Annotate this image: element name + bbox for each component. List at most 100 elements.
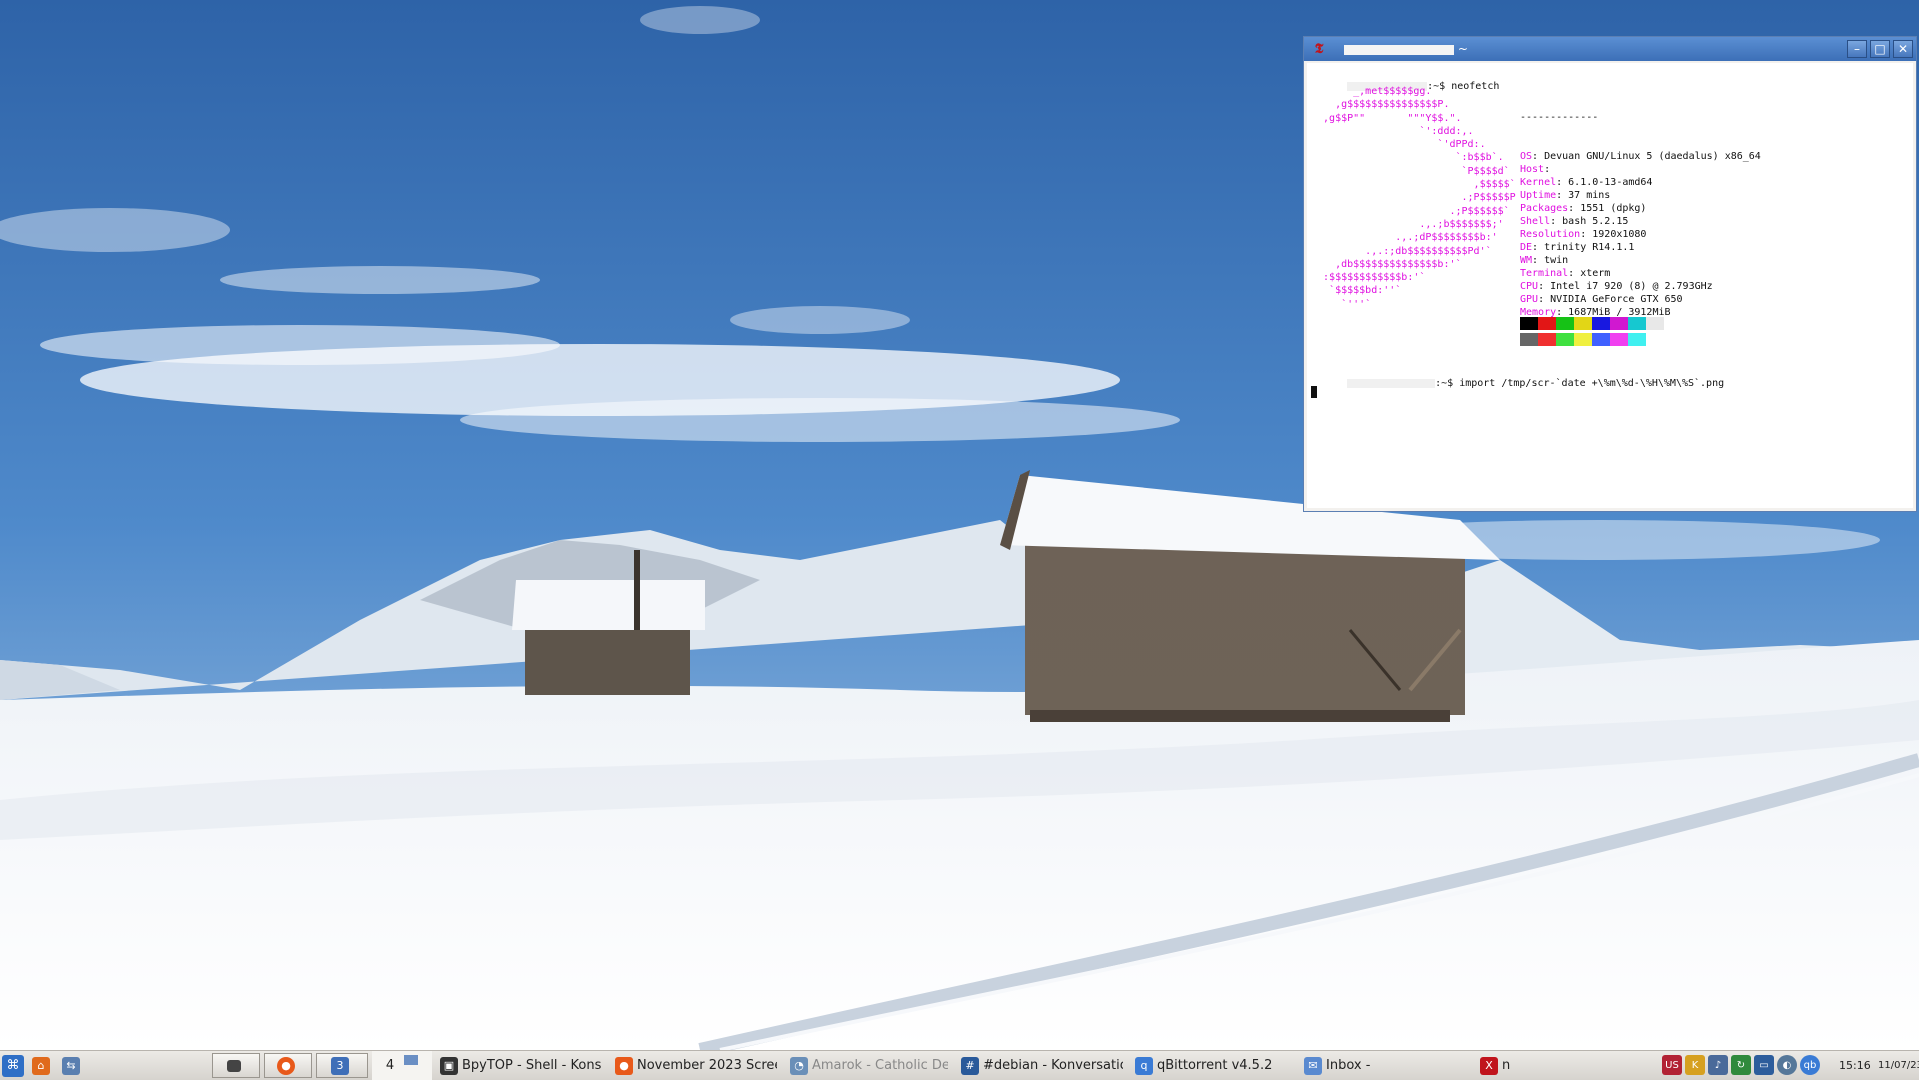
logo-line: ,db$$$$$$$$$$$$$$b:'` [1311,258,1462,270]
task-label: #debian - Konversation [983,1058,1123,1073]
info-value: : 1920x1080 [1580,229,1647,240]
color-swatch [1592,317,1610,330]
info-row: Resolution: 1920x1080 [1520,228,1761,241]
update-icon[interactable]: ↻ [1731,1055,1751,1075]
taskbar-task[interactable]: # #debian - Konversation [957,1051,1127,1080]
color-swatch [1610,317,1628,330]
taskbar-task[interactable]: ▣ BpyTOP - Shell - Konsole [436,1051,606,1080]
logo-line: .;P$$$$$$` [1311,205,1510,217]
text-cursor [1311,386,1317,398]
info-key: DE [1520,242,1533,253]
task-label: November 2023 Screenshots [637,1058,777,1073]
info-key: Host [1520,164,1545,175]
taskbar-task[interactable]: ◔ Amarok - Catholic Desperados [786,1051,952,1080]
mail-icon: ✉ [1304,1056,1322,1075]
info-value: : Intel i7 920 (8) @ 2.793GHz [1538,281,1713,292]
info-value: : 37 mins [1556,190,1611,201]
klipper-icon[interactable]: K [1685,1055,1705,1075]
logo-line: ,g$$$$$$$$$$$$$$$P. [1311,99,1450,111]
color-palette [1520,317,1664,349]
xterm-app-icon[interactable]: 𝕿 [1310,41,1328,57]
logo-line: `'dPPd:. [1311,139,1486,151]
desktop-indicator[interactable]: 4 [372,1051,432,1080]
info-row: OS: Devuan GNU/Linux 5 (daedalus) x86_64 [1520,150,1761,163]
us-flag-icon[interactable]: US [1662,1055,1682,1075]
info-row: Uptime: 37 mins [1520,189,1761,202]
info-row: Terminal: xterm [1520,267,1761,280]
color-swatch [1646,317,1664,330]
info-row: DE: trinity R14.1.1 [1520,241,1761,254]
info-row: Shell: bash 5.2.15 [1520,215,1761,228]
info-key: GPU [1520,294,1539,305]
trinity-menu-icon: ⌘ [2,1054,24,1077]
logo-line: _,met$$$$$gg. [1311,86,1432,97]
logo-line: .;P$$$$$P [1311,192,1516,204]
logo-line: ,$$$$$` [1311,179,1516,191]
close-button[interactable]: ✕ [1893,40,1913,58]
info-key: Kernel [1520,177,1557,188]
info-value: : bash 5.2.15 [1550,216,1629,227]
color-swatch [1574,317,1592,330]
color-swatch [1574,333,1592,346]
firefox-icon: ● [277,1056,295,1075]
xterm-window[interactable]: 𝕿 ~ – □ ✕ :~$ neofetch _,met$$$$$gg. ,g$… [1303,36,1917,512]
system-tray: US K ♪ ↻ ▭ ◐ qb [1662,1055,1820,1075]
taskbar-task[interactable]: ● November 2023 Screenshots [611,1051,781,1080]
info-value: : 6.1.0-13-amd64 [1556,177,1653,188]
network-status-icon[interactable]: ◐ [1777,1055,1797,1075]
info-key: Resolution [1520,229,1581,240]
info-value: : 1551 (dpkg) [1568,203,1647,214]
info-separator: ------------- [1520,112,1599,123]
system-info: ------------- OS: Devuan GNU/Linux 5 (da… [1520,85,1761,319]
network-launcher[interactable]: ⇆ [62,1051,84,1080]
window-title: ~ [1344,42,1847,56]
volume-icon[interactable]: ♪ [1708,1055,1728,1075]
info-value: : twin [1532,255,1569,266]
info-key: Terminal [1520,268,1569,279]
monitor-icon[interactable]: ▭ [1754,1055,1774,1075]
minimize-button[interactable]: – [1847,40,1867,58]
logo-line: `':ddd:,. [1311,125,1474,137]
info-value: : NVIDIA GeForce GTX 650 [1538,294,1683,305]
taskbar-task[interactable]: Xn [1476,1051,1626,1080]
pager-icon: 3 [331,1056,349,1075]
info-key: Shell [1520,216,1551,227]
redacted-hostname [1344,44,1454,55]
start-menu-button[interactable]: ⌘ [2,1051,28,1080]
logo-line: :$$$$$$$$$$$$b:'` [1311,272,1426,284]
task-label: Amarok - Catholic Desperados [812,1058,948,1073]
firefox-launcher[interactable]: ● [264,1053,312,1078]
color-swatch [1556,317,1574,330]
logo-line: `:b$$b`. [1311,152,1504,164]
info-key: CPU [1520,281,1539,292]
xterm-icon: X [1480,1056,1498,1075]
logo-line: `$$$$$bd:''` [1311,285,1402,297]
terminal-content[interactable]: :~$ neofetch _,met$$$$$gg. ,g$$$$$$$$$$$… [1307,63,1913,508]
taskbar: ⌘ ⌂ ⇆ ● 3 4 ▣ BpyTOP - Shell - Konsole ● No… [0,1050,1919,1080]
info-key: OS [1520,151,1533,162]
home-folder-icon: ⌂ [32,1056,50,1075]
info-key: Uptime [1520,190,1557,201]
home-launcher[interactable]: ⌂ [32,1051,54,1080]
info-value: : trinity R14.1.1 [1532,242,1635,253]
logo-line: .,.:;db$$$$$$$$$$Pd'` [1311,245,1492,257]
color-swatch [1646,333,1664,346]
task-label: qBittorrent v4.5.2 [1157,1058,1273,1073]
info-value: : Devuan GNU/Linux 5 (daedalus) x86_64 [1532,151,1761,162]
konversation-icon: # [961,1056,979,1075]
maximize-button[interactable]: □ [1870,40,1890,58]
taskbar-task[interactable]: q qBittorrent v4.5.2 [1131,1051,1295,1080]
window-titlebar[interactable]: 𝕿 ~ – □ ✕ [1304,37,1916,61]
show-desktop-button[interactable] [212,1053,260,1078]
color-swatch [1610,333,1628,346]
info-row: CPU: Intel i7 920 (8) @ 2.793GHz [1520,280,1761,293]
palette-row [1520,333,1664,349]
taskbar-task[interactable]: ✉ Inbox - [1300,1051,1470,1080]
command-line: :~$ import /tmp/scr-`date +\%m\%d-\%H\%M… [1311,364,1724,403]
color-swatch [1628,317,1646,330]
clock-date[interactable]: 11/07/23 [1878,1051,1919,1080]
qbittorrent-tray-icon[interactable]: qb [1800,1055,1820,1075]
task-label: n [1502,1058,1511,1073]
desktop-pager[interactable]: 3 [316,1053,368,1078]
clock-time[interactable]: 15:16 [1839,1051,1871,1080]
